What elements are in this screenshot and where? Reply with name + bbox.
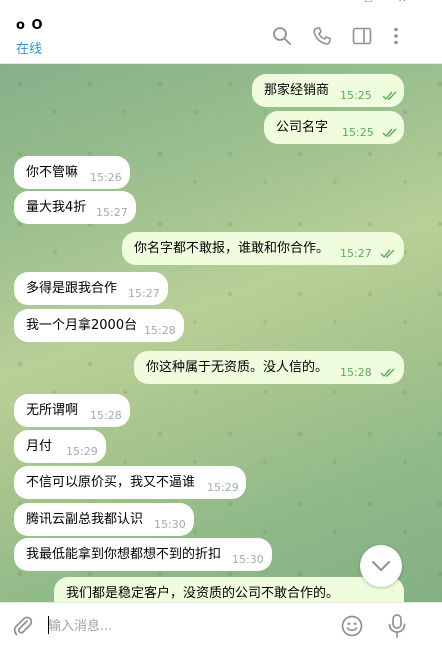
message-time: 15:29 — [207, 481, 239, 494]
message-text: 腾讯云副总我都认识 — [26, 512, 144, 527]
chat-title[interactable]: o O — [16, 18, 44, 33]
message-bubble[interactable]: 量大我4折 15:27 — [14, 191, 136, 224]
message-time: 15:27 — [340, 247, 372, 260]
message-input[interactable] — [48, 615, 318, 637]
window-titlebar: — ☐ ✕ — [0, 0, 442, 8]
message-composer — [0, 602, 442, 647]
message-text: 多得是跟我合作 — [26, 281, 118, 296]
chat-status: 在线 — [16, 42, 43, 57]
message-bubble[interactable]: 月付 15:29 — [14, 430, 106, 463]
message-time: 15:28 — [340, 366, 372, 379]
message-bubble[interactable]: 公司名字 15:25 — [264, 111, 404, 144]
message-text: 我一个月拿2000台 — [26, 318, 138, 333]
message-time: 15:29 — [66, 445, 98, 458]
message-time: 15:30 — [232, 553, 264, 566]
message-time: 15:25 — [340, 89, 372, 102]
microphone-icon[interactable] — [386, 613, 408, 639]
message-text: 你这种属于无资质。没人信的。 — [146, 360, 329, 375]
maximize-icon[interactable]: ☐ — [364, 0, 373, 5]
message-time: 15:27 — [96, 206, 128, 219]
message-time: 15:25 — [342, 126, 374, 139]
message-bubble[interactable]: 无所谓啊 15:28 — [14, 394, 130, 427]
message-bubble[interactable]: 你名字都不敢报，谁敢和你合作。 15:27 — [122, 232, 404, 265]
search-icon[interactable] — [272, 26, 292, 46]
emoji-icon[interactable] — [340, 614, 364, 638]
read-checkmarks-icon — [382, 91, 397, 101]
read-checkmarks-icon — [380, 249, 395, 259]
message-text: 我们都是稳定客户，没资质的公司不敢合作的。 — [66, 586, 340, 601]
message-bubble[interactable]: 我一个月拿2000台 15:28 — [14, 309, 184, 342]
message-bubble[interactable]: 不信可以原价买，我又不逼谁 15:29 — [14, 466, 246, 499]
message-text: 不信可以原价买，我又不逼谁 — [26, 475, 196, 490]
attach-icon[interactable] — [12, 615, 34, 637]
text-caret — [48, 616, 49, 634]
message-text: 那家经销商 — [264, 83, 330, 98]
message-text: 我最低能拿到你想都想不到的折扣 — [26, 547, 222, 562]
message-list[interactable]: 那家经销商 15:25 公司名字 15:25 你不管嘛 15:26 量大我4折 … — [0, 64, 442, 602]
chevron-down-icon — [372, 561, 390, 571]
message-text: 无所谓啊 — [26, 403, 79, 418]
chat-header: o O 在线 — [0, 8, 442, 64]
message-text: 你名字都不敢报，谁敢和你合作。 — [134, 241, 330, 256]
minimize-icon[interactable]: — — [330, 0, 340, 5]
message-bubble[interactable]: 你不管嘛 15:26 — [14, 156, 130, 189]
message-time: 15:28 — [144, 324, 176, 337]
read-checkmarks-icon — [382, 128, 397, 138]
message-time: 15:28 — [90, 409, 122, 422]
more-options-icon[interactable] — [386, 26, 406, 46]
message-time: 15:27 — [128, 287, 160, 300]
message-time: 15:26 — [90, 171, 122, 184]
message-text: 你不管嘛 — [26, 165, 79, 180]
message-bubble[interactable]: 那家经销商 15:25 — [252, 74, 404, 107]
message-bubble[interactable]: 我们都是稳定客户，没资质的公司不敢合作的。 — [54, 577, 404, 602]
message-bubble[interactable]: 多得是跟我合作 15:27 — [14, 272, 168, 305]
message-text: 公司名字 — [276, 120, 329, 135]
sidebar-toggle-icon[interactable] — [352, 26, 372, 46]
message-time: 15:30 — [154, 518, 186, 531]
message-text: 量大我4折 — [26, 200, 87, 215]
message-bubble[interactable]: 我最低能拿到你想都想不到的折扣 15:30 — [14, 538, 272, 571]
message-bubble[interactable]: 腾讯云副总我都认识 15:30 — [14, 503, 194, 536]
read-checkmarks-icon — [380, 368, 395, 378]
close-icon[interactable]: ✕ — [398, 0, 406, 5]
message-bubble[interactable]: 你这种属于无资质。没人信的。 15:28 — [134, 351, 404, 384]
message-text: 月付 — [26, 439, 53, 454]
scroll-to-bottom-button[interactable] — [360, 545, 402, 587]
phone-icon[interactable] — [312, 26, 332, 46]
